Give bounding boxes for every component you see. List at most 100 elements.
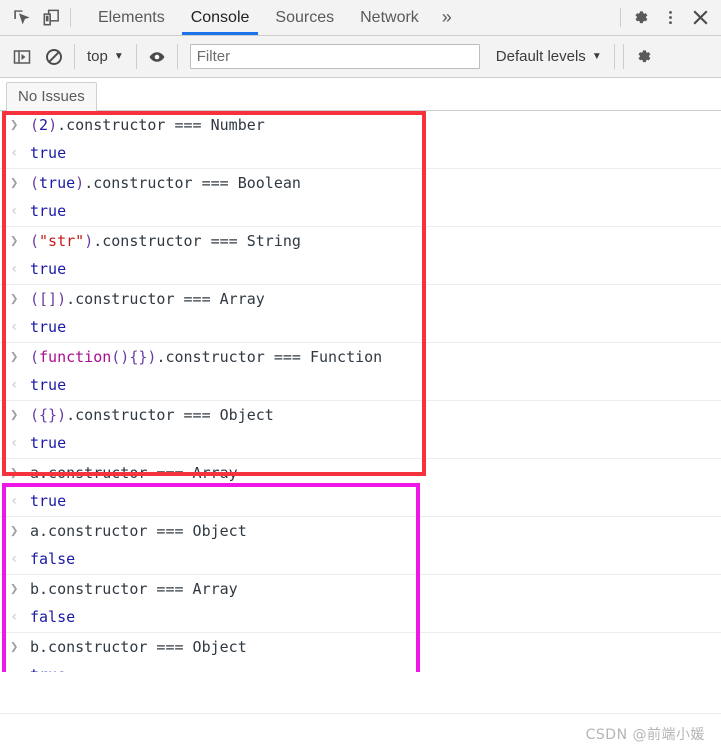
input-chevron-icon: ❯ — [10, 291, 19, 307]
log-levels-dropdown[interactable]: Default levels ▼ — [488, 48, 610, 65]
console-output-row[interactable]: ‹ false — [0, 545, 721, 575]
tab-console[interactable]: Console — [178, 0, 263, 35]
gear-icon[interactable] — [625, 4, 655, 32]
toolbar-divider-4 — [613, 44, 615, 69]
chevron-down-icon-levels: ▼ — [591, 50, 602, 62]
code-token-punc: .constructor === Boolean — [84, 174, 301, 192]
console-output-value: true — [30, 260, 67, 278]
console-output-row[interactable]: ‹true — [0, 197, 721, 227]
input-chevron-icon: ❯ — [10, 523, 19, 539]
console-output-row[interactable]: ‹true — [0, 487, 721, 517]
filter-input[interactable] — [189, 44, 480, 69]
input-chevron-icon: ❯ — [10, 349, 19, 365]
code-token-punc: .constructor === Array — [66, 290, 265, 308]
more-tabs-chevron-icon[interactable]: » — [432, 0, 462, 35]
panel-tabs: Elements Console Sources Network » — [85, 0, 616, 35]
log-levels-label: Default levels — [495, 48, 586, 65]
output-chevron-icon: ‹ — [10, 377, 19, 393]
input-chevron-icon: ❯ — [10, 233, 19, 249]
console-input-row[interactable]: ❯ ([]).constructor === Array — [0, 285, 721, 313]
console-output-value: true — [30, 376, 67, 394]
output-chevron-icon: ‹ — [10, 665, 30, 672]
console-input-code: b.constructor === Array — [30, 579, 238, 599]
console-settings-gear-icon[interactable] — [628, 42, 660, 72]
output-chevron-icon: ‹ — [10, 319, 19, 335]
tab-network-label: Network — [360, 8, 419, 26]
console-input-row[interactable]: ❯ b.constructor === Object — [0, 633, 721, 661]
console-input-code: (2).constructor === Number — [30, 115, 265, 135]
output-chevron-icon: ‹ — [10, 261, 19, 277]
console-sidebar-icon[interactable] — [6, 42, 38, 72]
console-output-row[interactable]: ‹ true — [0, 371, 721, 401]
code-token-paren: ( — [30, 348, 40, 366]
output-chevron-icon: ‹ — [10, 203, 19, 219]
input-chevron-icon: ❯ — [10, 639, 19, 655]
code-token-num: true — [39, 174, 76, 192]
console-output-row[interactable]: ‹ false — [0, 603, 721, 633]
tabbar-divider — [70, 8, 71, 27]
console-input-row[interactable]: ❯ (function(){}).constructor === Function — [0, 343, 721, 371]
tab-elements[interactable]: Elements — [85, 0, 178, 35]
console-output-row[interactable]: ‹true — [0, 661, 721, 672]
input-chevron-icon: ❯ — [10, 407, 19, 423]
console-input-row[interactable]: ❯ ({}).constructor === Object — [0, 401, 721, 429]
code-token-paren: ( — [30, 116, 40, 134]
code-token-str: "str" — [39, 232, 85, 250]
output-chevron-icon: ‹ — [10, 435, 19, 451]
more-vertical-icon[interactable] — [655, 4, 685, 32]
output-chevron-icon: ‹ — [10, 145, 19, 161]
execution-context-dropdown[interactable]: top ▼ — [79, 48, 132, 65]
code-token-paren: (){}) — [111, 348, 157, 366]
console-output-value: false — [30, 550, 76, 568]
console-output-row[interactable]: ‹ true — [0, 255, 721, 285]
console-input-code: ("str").constructor === String — [30, 231, 301, 251]
console-output-value: true — [30, 318, 67, 336]
tab-sources[interactable]: Sources — [262, 0, 347, 35]
console-output-value: true — [30, 665, 66, 672]
no-issues-chip[interactable]: No Issues — [6, 81, 97, 111]
tab-console-label: Console — [190, 8, 250, 26]
console-output-value: true — [30, 144, 67, 162]
device-toolbar-icon[interactable] — [36, 4, 66, 32]
console-input-code: b.constructor === Object — [30, 637, 247, 657]
console-input-row[interactable]: ❯ a.constructor === Array — [0, 459, 721, 487]
code-token-paren: ( — [30, 232, 40, 250]
live-expression-icon[interactable] — [141, 42, 173, 72]
console-input-row[interactable]: ❯ ("str").constructor === String — [0, 227, 721, 255]
code-token-paren: ) — [48, 116, 58, 134]
console-input-code: ({}).constructor === Object — [30, 405, 274, 425]
console-output-row[interactable]: ‹ true — [0, 313, 721, 343]
tab-sources-label: Sources — [275, 8, 335, 26]
console-output-row[interactable]: ‹ true — [0, 139, 721, 169]
code-token-paren: ) — [84, 232, 94, 250]
code-token-paren: ) — [75, 174, 85, 192]
console-input-code: (true).constructor === Boolean — [30, 173, 301, 193]
console-input-row[interactable]: ❯ a.constructor === Object — [0, 517, 721, 545]
tab-network[interactable]: Network — [347, 0, 432, 35]
output-chevron-icon: ‹ — [10, 493, 19, 509]
toolbar-divider-2 — [135, 44, 137, 69]
console-output-row[interactable]: ‹ true — [0, 429, 721, 459]
inspect-element-icon[interactable] — [6, 4, 36, 32]
code-token-punc: .constructor === Number — [57, 116, 265, 134]
console-message-list[interactable]: ❯ (2).constructor === Number ‹ true ❯ (true).… — [0, 111, 721, 672]
input-chevron-icon: ❯ — [10, 117, 19, 133]
clear-console-icon[interactable] — [38, 42, 70, 72]
code-token-punc: .constructor === String — [93, 232, 301, 250]
code-token-punc: b.constructor === Object — [30, 638, 247, 656]
console-input-row[interactable]: ❯ (2).constructor === Number — [0, 111, 721, 139]
code-token-paren: ([]) — [30, 290, 67, 308]
console-input-row[interactable]: ❯ b.constructor === Array — [0, 575, 721, 603]
input-chevron-icon: ❯ — [10, 581, 19, 597]
console-output-value: true — [30, 434, 67, 452]
console-toolbar: top ▼ Default levels ▼ — [0, 36, 721, 78]
tabbar-right-icons — [616, 0, 721, 35]
chevron-down-icon: ▼ — [113, 50, 124, 62]
console-input-code: ([]).constructor === Array — [30, 289, 265, 309]
input-chevron-icon: ❯ — [10, 175, 19, 191]
close-icon[interactable] — [685, 4, 715, 32]
console-input-code: a.constructor === Object — [30, 521, 247, 541]
console-input-row[interactable]: ❯ (true).constructor === Boolean — [0, 169, 721, 197]
toolbar-divider-3 — [176, 44, 178, 69]
tab-elements-label: Elements — [98, 8, 165, 26]
